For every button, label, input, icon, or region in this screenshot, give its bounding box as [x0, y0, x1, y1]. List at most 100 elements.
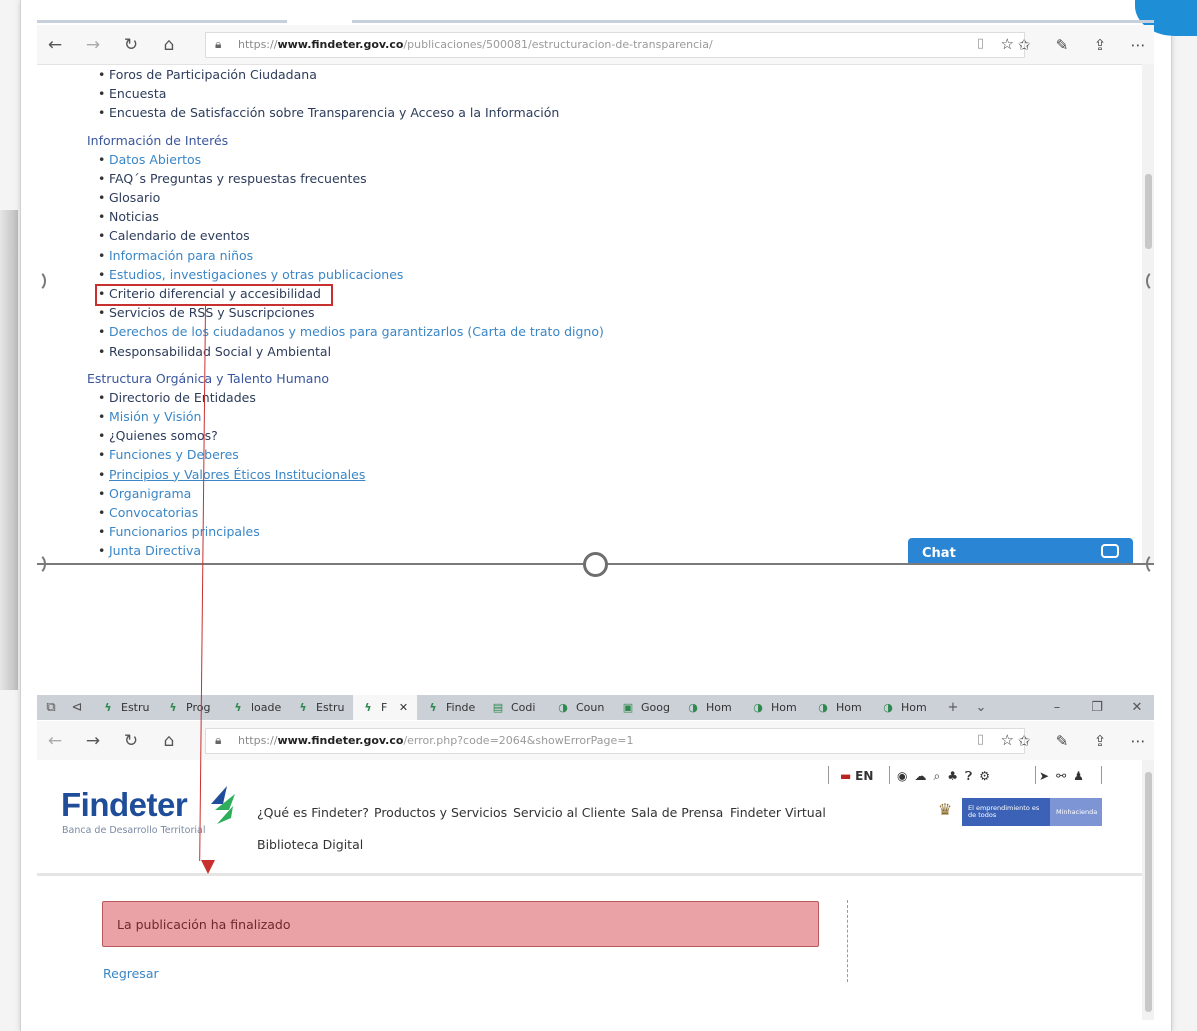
browser-tab[interactable]: ◑ Hom	[808, 695, 872, 720]
browser-tab[interactable]: ϟ loade	[223, 695, 287, 720]
nav-servicio[interactable]: Servicio al Cliente	[513, 805, 626, 820]
pen-icon[interactable]: ✎	[1043, 721, 1081, 761]
more-icon[interactable]: ⋯	[1119, 721, 1157, 761]
forward-icon[interactable]: →	[75, 25, 111, 65]
scroll-thumb[interactable]	[1145, 174, 1152, 249]
browser-tab[interactable]: ◑ Hom	[743, 695, 807, 720]
list-item[interactable]: Funcionarios principales	[98, 524, 260, 539]
browser-tab[interactable]: ◑ Hom	[873, 695, 937, 720]
back-icon[interactable]: ←	[37, 25, 73, 65]
tab-preview-icon[interactable]: ⌄	[967, 695, 995, 720]
cloud-icon[interactable]: ☁	[914, 769, 933, 783]
url-text: https://www.findeter.gov.co/publicacione…	[238, 38, 713, 51]
list-item[interactable]: Junta Directiva	[98, 543, 201, 558]
address-bar[interactable]: 🔒︎ https://www.findeter.gov.co/error.php…	[205, 728, 1025, 754]
bottom-scrollbar[interactable]	[1142, 760, 1154, 1020]
list-item[interactable]: Convocatorias	[98, 505, 198, 520]
forward-icon[interactable]: →	[75, 721, 111, 761]
reading-view-icon[interactable]: ▯	[977, 732, 984, 747]
more-icon[interactable]: ⋯	[1119, 25, 1157, 65]
minimize-icon[interactable]: –	[1043, 695, 1071, 720]
refresh-icon[interactable]: ↻	[113, 25, 149, 65]
language-label: EN	[855, 769, 874, 783]
crop-handle-left[interactable]	[26, 270, 46, 292]
list-item[interactable]: Principios y Valores Éticos Instituciona…	[98, 467, 365, 482]
top-scrollbar[interactable]	[1142, 64, 1154, 564]
language-switch[interactable]: ▬ EN	[840, 766, 873, 786]
browser-tab[interactable]: ▤ Codi	[483, 695, 547, 720]
util-separator	[889, 766, 890, 784]
list-item[interactable]: ¿Quienes somos?	[98, 428, 218, 443]
tab-favicon-icon: ◑	[558, 701, 568, 714]
list-item[interactable]: Glosario	[98, 190, 160, 205]
findeter-logo[interactable]: Findeter	[61, 786, 188, 824]
tab-favicon-icon: ϟ	[299, 701, 307, 714]
tab-favicon-icon: ◑	[818, 701, 828, 714]
crop-handle-right[interactable]	[1146, 270, 1166, 292]
nav-virtual[interactable]: Findeter Virtual	[730, 805, 826, 820]
reading-view-icon[interactable]: ▯	[977, 36, 984, 51]
list-item[interactable]: Organigrama	[98, 486, 191, 501]
search-icon[interactable]: ⌕	[933, 769, 947, 783]
set-aside-tabs-icon[interactable]: ⊲	[63, 695, 91, 720]
list-item[interactable]: Misión y Visión	[98, 409, 202, 424]
back-link[interactable]: Regresar	[103, 966, 159, 981]
list-item[interactable]: Encuesta	[98, 86, 166, 101]
list-item[interactable]: Calendario de eventos	[98, 228, 250, 243]
chat-widget[interactable]: Chat	[908, 538, 1133, 564]
tab-label: Goog	[641, 701, 670, 714]
restore-icon[interactable]: ❐	[1083, 695, 1111, 720]
browser-tab[interactable]: ϟ Prog	[158, 695, 222, 720]
favorites-icon[interactable]: ✩	[1005, 721, 1043, 761]
chat-label: Chat	[922, 546, 956, 561]
list-item[interactable]: Información para niños	[98, 248, 253, 263]
list-item[interactable]: Datos Abiertos	[98, 152, 201, 167]
list-item[interactable]: Encuesta de Satisfacción sobre Transpare…	[98, 105, 559, 120]
gov-band: El emprendimiento es de todos Minhaciend…	[962, 798, 1102, 826]
new-tab-icon[interactable]: +	[939, 695, 967, 720]
home-icon[interactable]: ⌂	[151, 25, 187, 65]
share-icon[interactable]: ⇪	[1081, 25, 1119, 65]
help-icon[interactable]: ❓︎	[965, 769, 979, 783]
address-bar[interactable]: 🔒︎ https://www.findeter.gov.co/publicaci…	[205, 32, 1025, 58]
sitemap-icon[interactable]: ♣	[947, 769, 965, 783]
back-icon[interactable]: ←	[37, 721, 73, 761]
home-icon[interactable]: ⌂	[151, 721, 187, 761]
browser-tab[interactable]: ϟ Estru	[93, 695, 157, 720]
close-window-icon[interactable]: ✕	[1123, 695, 1151, 720]
scroll-thumb[interactable]	[1145, 772, 1152, 1012]
pen-icon[interactable]: ✎	[1043, 25, 1081, 65]
send-icon[interactable]: ➤	[1039, 769, 1056, 783]
list-item[interactable]: Responsabilidad Social y Ambiental	[98, 344, 331, 359]
nav-productos[interactable]: Productos y Servicios	[374, 805, 507, 820]
tab-actions-icon[interactable]: ⧉	[37, 695, 65, 720]
refresh-icon[interactable]: ↻	[113, 721, 149, 761]
util-separator	[1035, 766, 1036, 784]
list-item[interactable]: Noticias	[98, 209, 159, 224]
list-item[interactable]: Directorio de Entidades	[98, 390, 256, 405]
settings-icon[interactable]: ⚙	[979, 769, 997, 783]
browser-tab[interactable]: ϟF ✕	[353, 695, 417, 720]
nav-biblioteca[interactable]: Biblioteca Digital	[257, 837, 363, 852]
browser-tab[interactable]: ◑ Coun	[548, 695, 612, 720]
nav-prensa[interactable]: Sala de Prensa	[631, 805, 723, 820]
list-item[interactable]: Estudios, investigaciones y otras public…	[98, 267, 403, 282]
nav-que-es[interactable]: ¿Qué es Findeter?	[257, 805, 369, 820]
favorites-icon[interactable]: ✩	[1005, 25, 1043, 65]
list-item[interactable]: Servicios de RSS y Suscripciones	[98, 305, 315, 320]
browser-tab[interactable]: ϟ Estru	[288, 695, 352, 720]
network-icon[interactable]: ⚯	[1056, 769, 1073, 783]
list-item[interactable]: Derechos de los ciudadanos y medios para…	[98, 324, 604, 339]
list-item[interactable]: Foros de Participación Ciudadana	[98, 67, 317, 82]
browser-tab[interactable]: ◑ Hom	[678, 695, 742, 720]
accessibility-icon[interactable]: ◉	[897, 769, 914, 783]
share-icon[interactable]: ⇪	[1081, 721, 1119, 761]
close-tab-icon[interactable]: ✕	[395, 701, 408, 714]
user-icon[interactable]: ♟	[1073, 769, 1091, 783]
list-item[interactable]: Funciones y Deberes	[98, 447, 239, 462]
list-item[interactable]: FAQ´s Preguntas y respuestas frecuentes	[98, 171, 367, 186]
lock-icon: 🔒︎	[215, 37, 222, 51]
browser-tab[interactable]: ▣ Goog	[613, 695, 677, 720]
split-handle[interactable]	[583, 552, 608, 577]
browser-tab[interactable]: ϟ Finde	[418, 695, 482, 720]
